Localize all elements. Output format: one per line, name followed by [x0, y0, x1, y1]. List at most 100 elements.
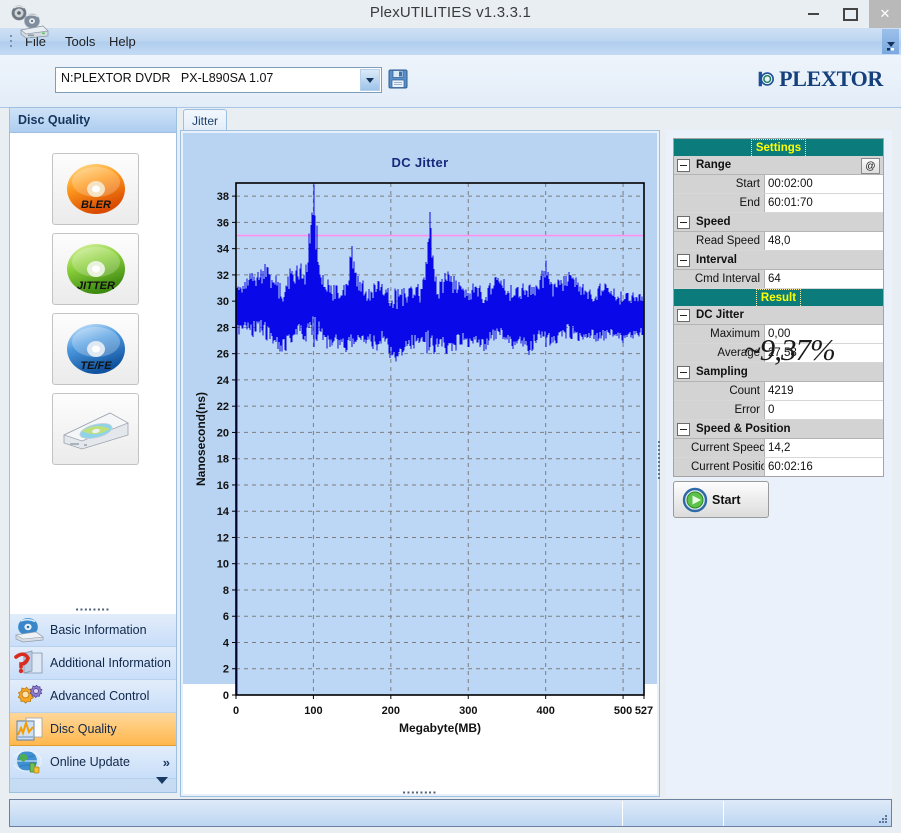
group-row-speed-position[interactable]: Speed & Position — [674, 420, 883, 439]
group-title: Range — [696, 159, 732, 171]
collapse-icon[interactable] — [677, 215, 690, 229]
group-title: Interval — [696, 254, 737, 266]
sidebar-item-basic-information[interactable]: Basic Information — [10, 614, 176, 647]
bler-button[interactable]: BLER — [52, 153, 139, 225]
close-button[interactable]: ✕ — [869, 0, 901, 28]
y-tick-label: 4 — [223, 637, 230, 649]
chart-canvas[interactable]: DC Jitter 0 2 4 6 8 10 12 14 16 18 20 22 24 26 28 30 32 3… — [183, 133, 657, 794]
settings-grid: Settings Range @ Start 00:02:00 End 60:0… — [673, 138, 884, 477]
play-icon — [682, 487, 708, 512]
row-value[interactable]: 48,0 — [764, 232, 883, 250]
drive-select[interactable]: N:PLEXTOR DVDR PX-L890SA 1.07 — [55, 67, 382, 93]
row-read-speed[interactable]: Read Speed 48,0 — [674, 232, 883, 251]
sidebar-scroll-down-icon[interactable] — [156, 777, 168, 784]
menu-grip-icon[interactable] — [10, 35, 13, 48]
status-separator — [622, 801, 623, 826]
row-value[interactable]: 64 — [764, 270, 883, 288]
y-axis-label: Nanosecond(ns) — [194, 392, 208, 486]
group-row-interval[interactable]: Interval — [674, 251, 883, 270]
x-tick-label: 527 — [635, 705, 653, 717]
row-label: Error — [691, 401, 764, 419]
row-value: 14,2 — [764, 439, 883, 457]
range-at-button[interactable]: @ — [861, 158, 880, 174]
menu-bar: File Tools Help — [0, 28, 901, 56]
row-gutter — [674, 194, 691, 212]
y-tick-label: 12 — [217, 532, 229, 544]
menu-overflow-button[interactable] — [882, 29, 899, 54]
row-gutter — [674, 382, 691, 400]
chart-bottom-splitter[interactable]: ▪▪▪▪▪▪▪▪ — [180, 789, 660, 797]
menu-item-help[interactable]: Help — [102, 32, 143, 51]
sidebar-splitter[interactable]: ▪▪▪▪▪▪▪▪ — [10, 605, 176, 614]
group-row-speed[interactable]: Speed — [674, 213, 883, 232]
start-button-label: Start — [712, 492, 741, 507]
maximize-button[interactable] — [832, 0, 869, 28]
sidebar-more-button[interactable]: » — [163, 755, 170, 770]
sidebar-item-label: Additional Information — [50, 656, 171, 670]
row-start[interactable]: Start 00:02:00 — [674, 175, 883, 194]
y-tick-label: 2 — [223, 664, 229, 676]
save-button[interactable] — [386, 67, 410, 91]
row-value: 0 — [764, 401, 883, 419]
sidebar-item-label: Disc Quality — [50, 722, 117, 736]
group-title: Sampling — [696, 366, 748, 378]
chart-splitter-handle[interactable] — [656, 440, 662, 480]
row-value: 60:02:16 — [764, 458, 883, 476]
x-tick-label: 500 — [614, 705, 632, 717]
collapse-icon[interactable] — [677, 253, 690, 267]
drive-tray-button[interactable] — [52, 393, 139, 465]
result-section-header: Result — [674, 289, 883, 308]
row-gutter — [674, 325, 691, 343]
settings-result-panel: Settings Range @ Start 00:02:00 End 60:0… — [666, 130, 892, 797]
save-icon — [388, 69, 408, 89]
row-end[interactable]: End 60:01:70 — [674, 194, 883, 213]
row-gutter — [674, 439, 691, 457]
row-label: Read Speed — [691, 232, 764, 250]
tefe-button[interactable]: TE/FE — [52, 313, 139, 385]
sidebar-item-online-update[interactable]: Online Update — [10, 746, 176, 779]
drive-select-arrow[interactable] — [360, 69, 380, 91]
gears-icon — [14, 683, 46, 709]
x-tick-label: 200 — [382, 705, 400, 717]
row-count: Count 4219 — [674, 382, 883, 401]
row-cmd-interval[interactable]: Cmd Interval 64 — [674, 270, 883, 289]
book-question-icon — [14, 650, 46, 676]
splitter-dots-icon: ▪▪▪▪▪▪▪▪ — [402, 788, 438, 797]
bler-label: BLER — [81, 199, 111, 211]
row-gutter — [674, 458, 691, 476]
group-row-range[interactable]: Range @ — [674, 156, 883, 175]
y-tick-label: 30 — [217, 296, 229, 308]
plextor-logo: PLEXTOR — [758, 62, 883, 96]
group-row-sampling[interactable]: Sampling — [674, 363, 883, 382]
tefe-label: TE/FE — [80, 360, 112, 372]
y-tick-label: 22 — [217, 401, 229, 413]
y-tick-label: 34 — [217, 244, 230, 256]
sidebar-item-disc-quality[interactable]: Disc Quality — [10, 713, 176, 746]
row-current-position: Current Position 60:02:16 — [674, 458, 883, 476]
plot-background — [236, 183, 644, 695]
group-title: Speed & Position — [696, 423, 791, 435]
row-average: Average 27,58 — [674, 344, 883, 363]
collapse-icon[interactable] — [677, 365, 690, 379]
start-button[interactable]: Start — [673, 481, 769, 518]
jitter-label: JITTER — [77, 280, 115, 292]
sidebar-item-label: Basic Information — [50, 623, 147, 637]
sidebar-item-additional-information[interactable]: Additional Information — [10, 647, 176, 680]
splitter-dots-icon: ▪▪▪▪▪▪▪▪ — [75, 604, 111, 614]
menu-item-tools[interactable]: Tools — [58, 32, 102, 51]
row-value[interactable]: 60:01:70 — [764, 194, 883, 212]
collapse-icon[interactable] — [677, 422, 690, 436]
row-gutter — [674, 232, 691, 250]
minimize-button[interactable] — [795, 0, 832, 28]
row-value[interactable]: 00:02:00 — [764, 175, 883, 193]
jitter-button[interactable]: JITTER — [52, 233, 139, 305]
sidebar: Disc Quality BLER JITTER TE/FE ▪▪▪▪▪▪▪▪ … — [9, 107, 177, 793]
collapse-icon[interactable] — [677, 158, 690, 172]
resize-grip-icon[interactable] — [879, 815, 888, 824]
collapse-icon[interactable] — [677, 308, 690, 322]
group-row-dc-jitter[interactable]: DC Jitter — [674, 306, 883, 325]
y-tick-label: 18 — [217, 454, 229, 466]
sidebar-item-advanced-control[interactable]: Advanced Control — [10, 680, 176, 713]
sidebar-nav: Basic Information Additional Information — [10, 614, 176, 792]
tab-jitter[interactable]: Jitter — [183, 109, 227, 132]
